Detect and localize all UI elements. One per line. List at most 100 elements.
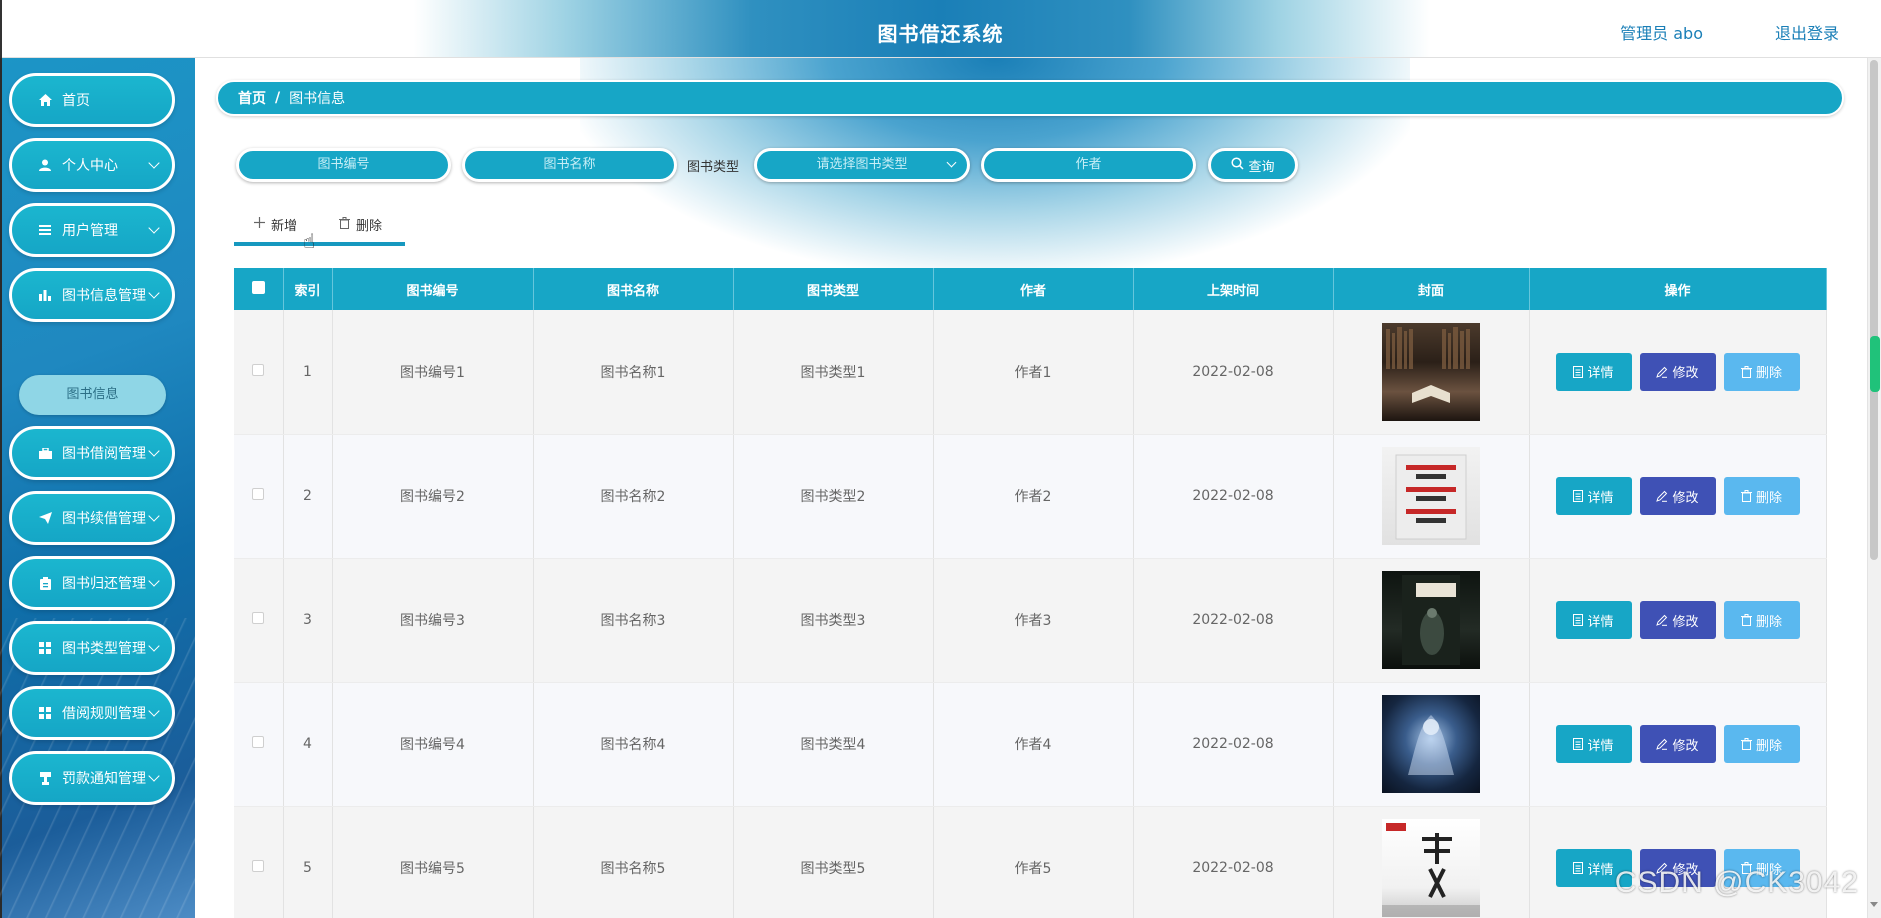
book-cover-image[interactable] (1382, 447, 1480, 545)
edit-button[interactable]: 修改 (1639, 352, 1716, 391)
sidebar-item-personal-center[interactable]: 个人中心 (9, 138, 175, 192)
sidebar-item-borrow-management[interactable]: 图书借阅管理 (9, 426, 175, 480)
sidebar-subitem-book-info[interactable]: 图书信息 (19, 375, 166, 415)
cell-author: 作者2 (933, 434, 1134, 559)
cell-book-type: 图书类型5 (733, 806, 934, 918)
cell-book-type: 图书类型3 (733, 558, 934, 683)
cell-author: 作者1 (933, 310, 1134, 435)
batch-delete-button[interactable]: 删除 (339, 215, 382, 234)
column-header-index: 索引 (283, 268, 333, 310)
clipboard-icon (38, 576, 52, 590)
column-header-book-number[interactable]: 图书编号 (332, 268, 534, 310)
sidebar-item-user-management[interactable]: 用户管理 (9, 203, 175, 257)
edit-button[interactable]: 修改 (1639, 477, 1716, 515)
book-cover-image[interactable] (1382, 695, 1480, 793)
list-icon (38, 225, 52, 235)
sidebar-item-label: 罚款通知管理 (62, 771, 146, 787)
cell-book-number: 图书编号2 (332, 434, 534, 559)
sidebar-item-return-management[interactable]: 图书归还管理 (9, 556, 175, 610)
select-all-cell[interactable] (234, 268, 284, 310)
detail-button-label: 详情 (1587, 738, 1614, 754)
scrollbar-thumb[interactable] (1870, 60, 1878, 560)
add-button[interactable]: 新增 (254, 215, 297, 234)
cell-shelf-date: 2022-02-08 (1133, 434, 1334, 559)
detail-button[interactable]: 详情 (1555, 601, 1632, 639)
cell-book-number: 图书编号1 (332, 310, 534, 435)
grid-icon (38, 707, 52, 719)
book-type-select[interactable]: 请选择图书类型 (754, 148, 970, 182)
cell-book-type: 图书类型4 (733, 682, 934, 807)
book-number-search-input[interactable]: 图书编号 (236, 148, 451, 182)
book-cover-image[interactable] (1382, 571, 1480, 669)
scroll-down-arrow-icon[interactable] (1870, 902, 1878, 907)
table-row: 4 图书编号4 图书名称4 图书类型4 作者4 2022-02-08 详情 修改… (234, 682, 1827, 807)
sidebar-item-book-info-management[interactable]: 图书信息管理 (9, 268, 175, 322)
row-actions: 详情 修改 删除 (1529, 310, 1827, 435)
sidebar-item-borrow-rules-management[interactable]: 借阅规则管理 (9, 686, 175, 740)
detail-button-label: 详情 (1587, 366, 1614, 382)
delete-button[interactable]: 删除 (1723, 477, 1800, 515)
pencil-icon (1656, 738, 1668, 750)
row-checkbox[interactable] (252, 736, 265, 748)
author-search-input[interactable]: 作者 (981, 148, 1196, 182)
document-icon (1573, 490, 1584, 502)
delete-button-label: 删除 (1755, 366, 1782, 382)
cell-shelf-date: 2022-02-08 (1133, 806, 1334, 918)
row-checkbox[interactable] (252, 488, 265, 500)
pencil-icon (1656, 490, 1668, 502)
row-checkbox[interactable] (252, 363, 265, 376)
scrollbar-indicator (1870, 336, 1880, 392)
breadcrumb-separator: / (275, 90, 281, 106)
delete-button[interactable]: 删除 (1723, 352, 1800, 391)
detail-button-label: 详情 (1587, 614, 1614, 630)
select-all-checkbox[interactable] (251, 280, 265, 294)
chevron-down-icon (148, 575, 160, 587)
sidebar-item-label: 首页 (62, 93, 90, 109)
sidebar-item-book-type-management[interactable]: 图书类型管理 (9, 621, 175, 675)
home-icon (38, 94, 52, 106)
delete-button[interactable]: 删除 (1723, 725, 1800, 763)
detail-button[interactable]: 详情 (1555, 352, 1632, 391)
current-user-label: 管理员 abo (1620, 24, 1703, 43)
sidebar-item-label: 图书类型管理 (62, 641, 146, 657)
chevron-down-icon (946, 157, 957, 168)
edit-button[interactable]: 修改 (1639, 601, 1716, 639)
sidebar-item-home[interactable]: 首页 (9, 73, 175, 127)
chevron-down-icon (148, 287, 160, 299)
stamp-icon (38, 771, 52, 785)
book-type-select-placeholder: 请选择图书类型 (816, 157, 908, 172)
detail-button[interactable]: 详情 (1555, 725, 1632, 763)
delete-button[interactable]: 删除 (1723, 601, 1800, 639)
row-checkbox[interactable] (252, 860, 265, 872)
detail-button[interactable]: 详情 (1555, 477, 1632, 515)
edit-button-label: 修改 (1672, 366, 1699, 382)
sidebar-item-renew-management[interactable]: 图书续借管理 (9, 491, 175, 545)
sidebar-item-fine-notice-management[interactable]: 罚款通知管理 (9, 751, 175, 805)
document-icon (1573, 614, 1584, 626)
column-header-shelf-date[interactable]: 上架时间 (1133, 268, 1334, 310)
user-icon (38, 159, 52, 171)
edit-button-label: 修改 (1672, 614, 1699, 630)
sidebar-item-label: 个人中心 (62, 158, 118, 174)
column-header-book-type[interactable]: 图书类型 (733, 268, 934, 310)
search-button[interactable]: 查询 (1208, 148, 1298, 182)
cell-shelf-date: 2022-02-08 (1133, 682, 1334, 807)
plus-icon (254, 217, 265, 232)
row-checkbox[interactable] (252, 612, 265, 624)
trash-icon (1740, 365, 1752, 378)
column-header-author[interactable]: 作者 (933, 268, 1134, 310)
edit-button[interactable]: 修改 (1639, 725, 1716, 763)
book-cover-image[interactable] (1382, 322, 1480, 421)
book-name-search-input[interactable]: 图书名称 (462, 148, 677, 182)
column-header-book-name[interactable]: 图书名称 (533, 268, 734, 310)
book-cover-image[interactable] (1382, 819, 1480, 917)
trash-icon (1740, 614, 1752, 626)
breadcrumb-home-link[interactable]: 首页 (238, 88, 266, 108)
pencil-icon (1656, 366, 1668, 378)
logout-link[interactable]: 退出登录 (1775, 20, 1839, 44)
grid-icon (38, 642, 52, 654)
row-actions: 详情 修改 删除 (1529, 434, 1827, 559)
cell-book-type: 图书类型1 (733, 310, 934, 435)
table-row: 3 图书编号3 图书名称3 图书类型3 作者3 2022-02-08 详情 修改… (234, 558, 1827, 683)
sidebar-item-label: 图书信息管理 (62, 288, 146, 304)
